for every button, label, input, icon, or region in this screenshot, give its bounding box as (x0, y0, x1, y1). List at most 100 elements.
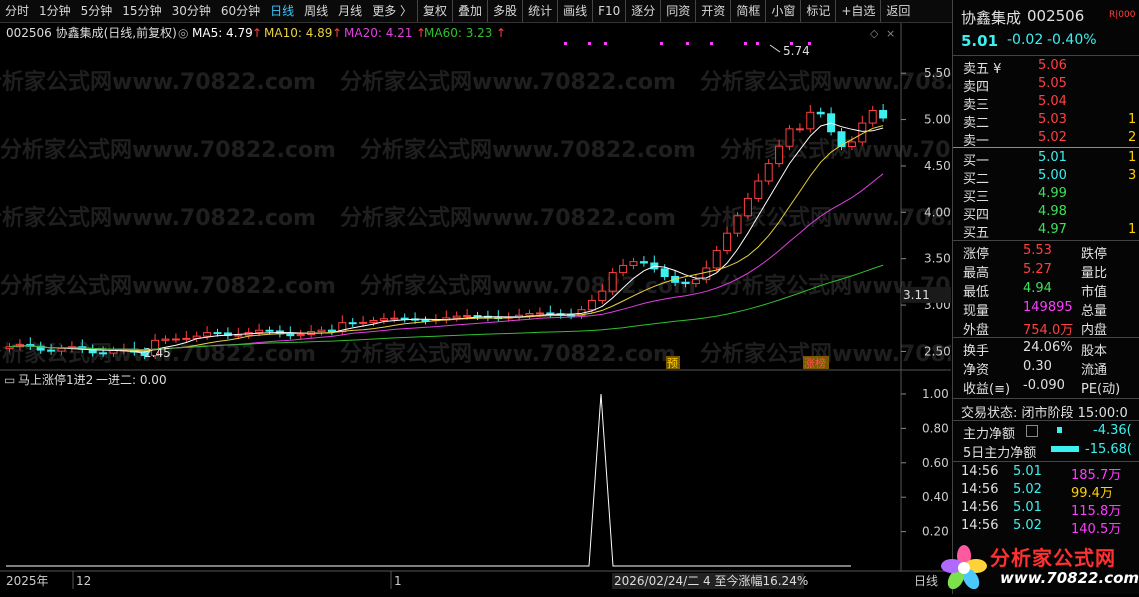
price-axis-label: 4.50 (924, 159, 951, 173)
stat-row: 现量 149895 总量 (953, 299, 1139, 319)
stat-right-label: 跌停 (1081, 247, 1108, 262)
stat2-right-label: PE(动) (1081, 382, 1121, 397)
tool-button-10[interactable]: 小窗 (765, 0, 800, 22)
period-tab-6[interactable]: 日线 (265, 0, 299, 22)
watermark-text: 分析家公式网www.70822.com (340, 341, 676, 367)
stat-value: 754.0万 (1023, 323, 1074, 338)
chart-area[interactable]: 分析家公式网www.70822.com 分析家公式网www.70822.com 分析… (0, 23, 1056, 594)
settings-icon[interactable]: ◎ (178, 26, 188, 40)
bid-price: 4.97 (1038, 222, 1067, 237)
candle-body (171, 338, 180, 341)
main-net5-label: 5日主力净额 (963, 446, 1037, 461)
stat-row: 外盘 754.0万 内盘 (953, 318, 1139, 338)
sub-minus-icon[interactable]: ▭ (4, 373, 15, 387)
price-axis-label: 5.00 (924, 113, 951, 127)
low-annotation: 2.45 (144, 346, 171, 360)
tool-button-12[interactable]: +自选 (835, 0, 880, 22)
watermark-text: 分析家公式网www.70822.com (340, 69, 676, 95)
ask-price: 5.05 (1038, 76, 1067, 91)
tick-volume: 140.5万 (1071, 522, 1122, 537)
divider (953, 337, 1139, 338)
stat2-label: 收益(≡) (963, 382, 1011, 397)
price-axis-label: 2.50 (924, 344, 951, 358)
main-net-row[interactable]: 主力净额 -4.36( (953, 422, 1139, 442)
stat-label: 最高 (963, 266, 990, 281)
ask-vol: 1 (1128, 112, 1137, 127)
candle-body (317, 329, 326, 333)
candle-body (587, 299, 596, 311)
candle-body (182, 337, 191, 340)
candle-body (327, 329, 336, 333)
period-tab-8[interactable]: 月线 (333, 0, 367, 22)
bid-label: 买五 (963, 226, 990, 241)
tool-button-6[interactable]: 逐分 (625, 0, 660, 22)
signal-dot (710, 42, 713, 45)
candle-body (775, 145, 784, 165)
period-tab-7[interactable]: 周线 (299, 0, 333, 22)
ask-row: 卖五 ¥5.06 (953, 57, 1139, 77)
bid-vol: 3 (1128, 168, 1137, 183)
period-tab-5[interactable]: 60分钟 (216, 0, 265, 22)
stat2-value: 0.30 (1023, 359, 1052, 374)
tool-button-9[interactable]: 简框 (730, 0, 765, 22)
period-tab-1[interactable]: 1分钟 (34, 0, 76, 22)
stat2-right-label: 股本 (1081, 344, 1108, 359)
signal-dot (604, 42, 607, 45)
tick-row: 14:56 5.02 140.5万 (953, 517, 1139, 537)
tick-price: 5.01 (1013, 500, 1042, 515)
watermark-text: 分析家公式网www.70822.com (0, 137, 336, 163)
period-tab-3[interactable]: 15分钟 (117, 0, 166, 22)
candle-body (265, 329, 274, 332)
tool-button-11[interactable]: 标记 (800, 0, 835, 22)
tool-button-7[interactable]: 同资 (660, 0, 695, 22)
tool-button-8[interactable]: 开资 (695, 0, 730, 22)
tool-button-5[interactable]: F10 (592, 0, 625, 22)
date-label: 12 (76, 574, 91, 588)
ma-arrow-0: ↑ (252, 26, 262, 40)
stat-row: 最高 5.27 量比 (953, 261, 1139, 281)
ask-vol: 2 (1128, 130, 1137, 145)
date-label: 2025年 (6, 574, 49, 588)
period-tab-4[interactable]: 30分钟 (167, 0, 216, 22)
divider (953, 461, 1139, 462)
logo-text: 分析家公式网 (990, 546, 1116, 570)
candle-body (879, 110, 888, 119)
close-icon[interactable]: × (886, 27, 895, 40)
ma-label-1: MA10: 4.89 (264, 26, 332, 40)
candle-body (816, 111, 825, 115)
sub-axis-label: 0.60 (922, 456, 949, 470)
stat-value: 149895 (1023, 300, 1073, 315)
candle-body (5, 346, 14, 350)
tick-price: 5.02 (1013, 482, 1042, 497)
list-icon[interactable] (1026, 425, 1038, 437)
candle-body (598, 290, 607, 301)
period-tab-9[interactable]: 更多 〉 (367, 0, 417, 22)
main-net5-bar (1051, 446, 1079, 452)
candle-body (400, 317, 409, 320)
tool-button-2[interactable]: 多股 (487, 0, 522, 22)
diamond-icon[interactable]: ◇ (870, 27, 879, 40)
tool-button-4[interactable]: 画线 (557, 0, 592, 22)
candle-body (712, 250, 721, 269)
candle-body (806, 111, 815, 130)
stock-code: 002506 (1027, 7, 1085, 25)
stat-right-label: 市值 (1081, 285, 1108, 300)
ask-row: 卖三 5.04 (953, 93, 1139, 113)
tool-button-0[interactable]: 复权 (417, 0, 452, 22)
stat-label: 涨停 (963, 247, 990, 262)
candle-body (296, 334, 305, 337)
kline-chart-svg[interactable]: 分析家公式网www.70822.com 分析家公式网www.70822.com 分析… (0, 23, 1056, 594)
candle-body (348, 322, 357, 325)
tool-button-13[interactable]: 返回 (880, 0, 915, 22)
candle-body (723, 232, 732, 252)
bid-vol: 1 (1128, 150, 1137, 165)
stat2-value: 24.06% (1023, 340, 1073, 355)
tool-button-3[interactable]: 统计 (522, 0, 557, 22)
tool-button-1[interactable]: 叠加 (452, 0, 487, 22)
bid-row: 买二 5.00 3 (953, 167, 1139, 187)
candle-body (546, 312, 555, 315)
watermark-text: 分析家公式网www.70822.com (340, 205, 676, 231)
period-tab-2[interactable]: 5分钟 (76, 0, 118, 22)
candle-body (847, 141, 856, 147)
period-tab-0[interactable]: 分时 (0, 0, 34, 22)
